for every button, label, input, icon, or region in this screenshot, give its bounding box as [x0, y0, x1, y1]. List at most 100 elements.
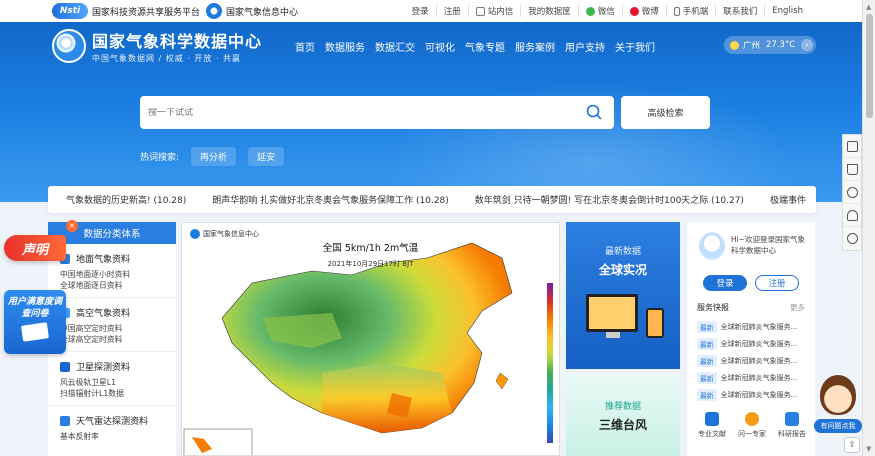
ticker-item[interactable]: 极端事件 [770, 193, 806, 206]
ticker-item[interactable]: 朗声华韵响 扎实做好北京冬奥会气象服务保障工作 (10.28) [212, 193, 449, 206]
contact-link[interactable]: 联系我们 [716, 5, 766, 17]
site-subtitle: 中国气象数据网 / 权威 · 开放 · 共赢 [92, 54, 242, 63]
quick-link-expert[interactable]: 问一专家 [733, 412, 771, 439]
card-title: 三维台风 [598, 418, 647, 432]
hot-words-label: 热词搜索: [140, 153, 180, 163]
chevron-right-icon[interactable]: › [801, 39, 813, 51]
doc-tool[interactable] [843, 135, 861, 158]
messages-link[interactable]: 站内信 [469, 5, 522, 17]
wechat-link[interactable]: 微信 [579, 5, 623, 17]
quick-link-report[interactable]: 科研报告 [773, 412, 811, 439]
nsti-logo[interactable]: Nsti [52, 3, 88, 19]
help-assistant[interactable]: 有问题点我 [814, 375, 862, 435]
weather-temp: 27.3°C [766, 40, 796, 50]
survey-label: 用户满意度调查问卷 [8, 297, 63, 319]
nav-cases[interactable]: 服务案例 [510, 39, 560, 54]
recommended-data-card[interactable]: 推荐数据 三维台风 [566, 375, 680, 456]
english-link[interactable]: English [765, 6, 810, 16]
hot-word-tag[interactable]: 再分析 [191, 147, 237, 166]
category-link[interactable]: 全球地面逐日资料 [60, 280, 166, 291]
category-title: 数据分类体系 [83, 229, 141, 240]
back-to-top-icon[interactable]: ⇧ [844, 437, 860, 453]
document-icon [846, 140, 858, 152]
category-group: 地面气象资料 中国地面逐小时资料 全球地面逐日资料 [48, 244, 176, 298]
nav-home[interactable]: 首页 [290, 39, 320, 54]
main-nav: 首页 数据服务 数据汇交 可视化 气象专题 服务案例 用户支持 关于我们 [290, 39, 660, 54]
more-link[interactable]: 更多 [790, 302, 805, 313]
help-label: 有问题点我 [814, 419, 862, 433]
declaration-badge[interactable]: 声明 [4, 235, 66, 261]
ticker-item[interactable]: 气象数据的历史新高! (10.28) [66, 193, 186, 206]
category-link[interactable]: 中国地面逐小时资料 [60, 269, 166, 280]
temperature-map-panel[interactable]: 国家气象信息中心 全国 5km/1h 2m气温 2021年10月29日17时 B… [181, 222, 560, 456]
heart-icon [846, 186, 858, 198]
favorite-tool[interactable] [843, 181, 861, 204]
register-link[interactable]: 注册 [437, 5, 469, 17]
user-tool[interactable] [843, 204, 861, 227]
card-title: 全球实况 [598, 263, 647, 277]
search-input[interactable] [148, 107, 568, 118]
nav-about[interactable]: 关于我们 [610, 39, 660, 54]
nav-support[interactable]: 用户支持 [560, 39, 610, 54]
greeting-text: Hi~欢迎登录国家气象科学数据中心 [731, 235, 806, 255]
mobile-link[interactable]: 手机端 [667, 5, 717, 17]
headset-icon [846, 233, 858, 244]
scroll-up-icon[interactable]: ▲ [866, 3, 871, 11]
satellite-icon [60, 361, 70, 372]
card-kicker: 推荐数据 [604, 402, 641, 412]
color-legend [547, 283, 553, 443]
advanced-search-button[interactable]: 高级检索 [621, 96, 710, 129]
nav-topics[interactable]: 气象专题 [460, 39, 510, 54]
category-group-title[interactable]: 高空气象资料 [60, 306, 166, 319]
search-icon[interactable] [586, 104, 602, 120]
weibo-link[interactable]: 微博 [623, 5, 667, 17]
support-tool[interactable] [843, 227, 861, 250]
survey-badge[interactable]: 用户满意度调查问卷 [4, 290, 66, 354]
page-scrollbar[interactable]: ▲ ▼ [862, 0, 875, 456]
hero-banner: 国家气象科学数据中心 中国气象数据网 / 权威 · 开放 · 共赢 首页 数据服… [0, 22, 862, 202]
search-box [140, 96, 614, 129]
category-link[interactable]: 中国高空定时资料 [60, 323, 166, 334]
site-brand[interactable]: 国家气象科学数据中心 中国气象数据网 / 权威 · 开放 · 共赢 [52, 28, 262, 64]
nav-data-submit[interactable]: 数据汇交 [370, 39, 420, 54]
news-item[interactable]: 最新 全球新冠肺炎气象服务... [697, 318, 809, 335]
category-group-title[interactable]: 卫星探测资料 [60, 360, 166, 373]
map-title: 全国 5km/1h 2m气温 [322, 243, 419, 254]
cart-icon [846, 163, 858, 175]
top-utility-bar: Nsti 国家科技资源共享服务平台 国家气象信息中心 登录 注册 站内信 我的数… [0, 0, 862, 22]
category-group-title[interactable]: 天气雷达探测资料 [60, 414, 166, 427]
category-link[interactable]: 全球高空定时资料 [60, 334, 166, 345]
category-link[interactable]: 基本反射率 [60, 431, 166, 442]
scrollbar-thumb[interactable] [866, 14, 873, 118]
category-link[interactable]: 扫描辐射计L1数据 [60, 388, 166, 399]
category-group: 天气雷达探测资料 基本反射率 [48, 406, 176, 448]
quick-link-literature[interactable]: 专业文献 [693, 412, 731, 439]
hot-word-tag[interactable]: 延安 [248, 147, 285, 166]
radar-icon [60, 415, 70, 426]
category-group: 高空气象资料 中国高空定时资料 全球高空定时资料 [48, 298, 176, 352]
ticker-item[interactable]: 数年筑剑 只待一朝梦圆! 写在北京冬奥会倒计时100天之际 (10.27) [475, 193, 744, 206]
cart-tool[interactable] [843, 158, 861, 181]
cma-name[interactable]: 国家气象信息中心 [226, 5, 298, 18]
nav-visualization[interactable]: 可视化 [420, 39, 460, 54]
category-group: 卫星探测资料 风云极轨卫星L1 扫描辐射计L1数据 [48, 352, 176, 406]
login-link[interactable]: 登录 [405, 5, 437, 17]
weather-widget[interactable]: 广州 27.3°C › [724, 36, 816, 54]
latest-data-card[interactable]: 最新数据 全球实况 [566, 222, 680, 369]
login-button[interactable]: 登录 [703, 275, 747, 291]
news-item[interactable]: 最新 全球新冠肺炎气象服务... [697, 369, 809, 386]
register-button[interactable]: 注册 [755, 275, 799, 291]
news-item[interactable]: 最新 全球新冠肺炎气象服务... [697, 335, 809, 352]
category-link[interactable]: 风云极轨卫星L1 [60, 377, 166, 388]
close-icon[interactable]: × [66, 220, 78, 232]
service-news-list: 最新 全球新冠肺炎气象服务... 最新 全球新冠肺炎气象服务... 最新 全球新冠肺炎… [697, 318, 809, 403]
quick-links: 专业文献 问一专家 科研报告 [693, 412, 811, 439]
news-item[interactable]: 最新 全球新冠肺炎气象服务... [697, 352, 809, 369]
robot-avatar-icon [699, 232, 725, 260]
platform-name[interactable]: 国家科技资源共享服务平台 [92, 5, 200, 18]
scroll-down-icon[interactable]: ▼ [866, 445, 871, 453]
nav-data-service[interactable]: 数据服务 [320, 39, 370, 54]
news-item[interactable]: 最新 全球新冠肺炎气象服务... [697, 386, 809, 403]
data-basket-link[interactable]: 我的数据筐 [521, 5, 579, 17]
category-group-title[interactable]: 地面气象资料 [60, 252, 166, 265]
